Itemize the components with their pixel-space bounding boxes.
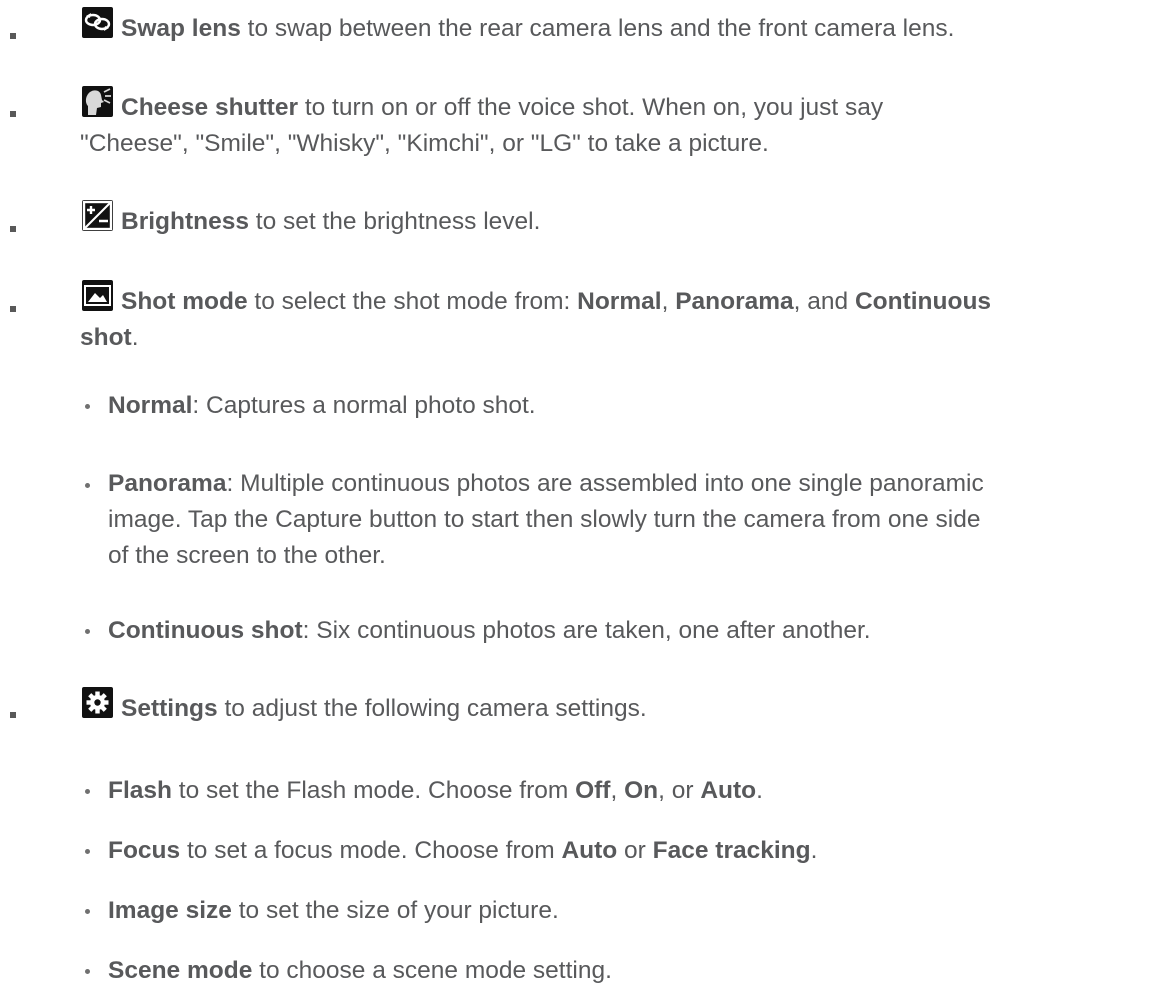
term-shot-mode: Shot mode bbox=[121, 288, 248, 315]
sub-term-flash: Flash bbox=[108, 777, 172, 804]
shot-mode-icon bbox=[82, 280, 113, 311]
sub-item-text: : Six continuous photos are taken, one a… bbox=[302, 617, 871, 644]
bullet-dot bbox=[85, 909, 90, 914]
sub-item-normal: Normal: Captures a normal photo shot. bbox=[108, 388, 1161, 424]
list-item-shot-mode-continued: shot. bbox=[80, 320, 1165, 356]
separator: or bbox=[617, 837, 653, 864]
sub-item-text: : Multiple continuous photos are assembl… bbox=[226, 470, 984, 497]
sub-item-continuous-shot: Continuous shot: Six continuous photos a… bbox=[108, 613, 1161, 649]
sub-term-scene-mode: Scene mode bbox=[108, 957, 253, 984]
sub-item-text: to set a focus mode. Choose from bbox=[180, 837, 562, 864]
separator: , and bbox=[793, 288, 855, 315]
item-text: to swap between the rear camera lens and… bbox=[240, 15, 955, 42]
option-panorama: Panorama bbox=[675, 288, 794, 315]
sub-term-image-size: Image size bbox=[108, 897, 232, 924]
swap-lens-icon bbox=[82, 7, 113, 38]
cheese-shutter-icon bbox=[82, 86, 113, 117]
sentence-end: . bbox=[810, 837, 818, 864]
option-off: Off bbox=[575, 777, 611, 804]
option-continuous-shot: shot bbox=[80, 324, 132, 351]
list-item-settings: Settings to adjust the following camera … bbox=[82, 687, 1165, 727]
bullet-square bbox=[10, 33, 16, 39]
sub-item-text-continued: image. Tap the Capture button to start t… bbox=[108, 506, 981, 533]
sub-item-text: to set the size of your picture. bbox=[231, 897, 559, 924]
separator: , bbox=[661, 288, 676, 315]
list-item-swap-lens: Swap lens to swap between the rear camer… bbox=[82, 7, 1165, 47]
list-item-brightness: Brightness to set the brightness level. bbox=[82, 200, 1165, 240]
option-continuous: Continuous bbox=[854, 288, 992, 315]
option-face-tracking: Face tracking bbox=[652, 837, 811, 864]
term-settings: Settings bbox=[121, 695, 218, 722]
option-on: On bbox=[624, 777, 659, 804]
bullet-dot bbox=[85, 789, 90, 794]
sub-item-text-continued: of the screen to the other. bbox=[108, 542, 386, 569]
bullet-dot bbox=[85, 969, 90, 974]
item-text: to adjust the following camera settings. bbox=[217, 695, 647, 722]
item-text-continued: "Cheese", "Smile", "Whisky", "Kimchi", o… bbox=[80, 130, 769, 157]
list-item-cheese-shutter: Cheese shutter to turn on or off the voi… bbox=[80, 86, 1165, 162]
option-normal: Normal bbox=[577, 288, 662, 315]
bullet-dot bbox=[85, 404, 90, 409]
sub-item-panorama: Panorama: Multiple continuous photos are… bbox=[108, 466, 1161, 574]
separator: , bbox=[610, 777, 625, 804]
sub-item-text: to choose a scene mode setting. bbox=[252, 957, 612, 984]
item-text: to turn on or off the voice shot. When o… bbox=[298, 94, 884, 121]
sub-item-scene-mode: Scene mode to choose a scene mode settin… bbox=[108, 953, 1161, 989]
sub-term-normal: Normal bbox=[108, 392, 193, 419]
sentence-end: . bbox=[131, 324, 139, 351]
sub-item-focus: Focus to set a focus mode. Choose from A… bbox=[108, 833, 1161, 869]
bullet-square bbox=[10, 306, 16, 312]
sub-term-panorama: Panorama bbox=[108, 470, 227, 497]
sub-term-continuous-shot: Continuous shot bbox=[108, 617, 303, 644]
list-item-shot-mode: Shot mode to select the shot mode from: … bbox=[82, 280, 1165, 320]
sub-item-text: to set the Flash mode. Choose from bbox=[172, 777, 576, 804]
item-text: to set the brightness level. bbox=[248, 208, 541, 235]
sub-term-focus: Focus bbox=[108, 837, 181, 864]
bullet-square bbox=[10, 712, 16, 718]
bullet-square bbox=[10, 226, 16, 232]
bullet-dot bbox=[85, 849, 90, 854]
option-auto: Auto bbox=[561, 837, 618, 864]
option-auto: Auto bbox=[700, 777, 757, 804]
brightness-icon bbox=[82, 200, 113, 231]
sub-item-text: : Captures a normal photo shot. bbox=[192, 392, 536, 419]
term-cheese-shutter: Cheese shutter bbox=[121, 94, 299, 121]
term-brightness: Brightness bbox=[121, 208, 249, 235]
bullet-dot bbox=[85, 629, 90, 634]
sub-item-flash: Flash to set the Flash mode. Choose from… bbox=[108, 773, 1161, 809]
term-swap-lens: Swap lens bbox=[121, 15, 241, 42]
item-text: to select the shot mode from: bbox=[247, 288, 578, 315]
sub-item-image-size: Image size to set the size of your pictu… bbox=[108, 893, 1161, 929]
settings-gear-icon bbox=[82, 687, 113, 718]
separator: , or bbox=[658, 777, 701, 804]
bullet-dot bbox=[85, 483, 90, 488]
sentence-end: . bbox=[756, 777, 763, 804]
bullet-square bbox=[10, 111, 16, 117]
